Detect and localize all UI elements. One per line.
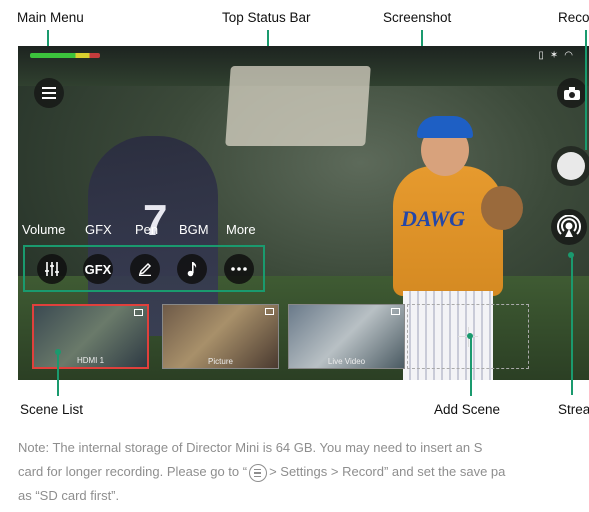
leader-scene-list (57, 352, 59, 396)
tool-label-bgm: BGM (179, 222, 209, 237)
status-icons: ▯✶◠ (538, 50, 579, 61)
record-icon (557, 152, 585, 180)
menu-icon (249, 463, 268, 482)
note-line-3: as “SD card first”. (18, 488, 120, 503)
bgm-button[interactable] (177, 254, 207, 284)
note-line-2-start: card for longer recording. Please go to … (18, 464, 248, 479)
more-button[interactable] (224, 254, 254, 284)
stream-button[interactable] (551, 209, 587, 245)
scene-caption: Picture (208, 357, 233, 366)
scene-image-icon (134, 309, 143, 316)
tool-label-pen: Pen (135, 222, 159, 237)
tool-label-gfx: GFX (85, 222, 112, 237)
tool-label-volume: Volume (22, 222, 66, 237)
note-line-2: card for longer recording. Please go to … (18, 460, 589, 484)
more-dots-icon (231, 267, 247, 271)
tool-label-more: More (226, 222, 256, 237)
note-line-2-end: > Settings > Record” and set the save pa (269, 464, 506, 479)
pen-icon (138, 262, 152, 276)
screenshot-button[interactable] (557, 78, 587, 108)
scene-item-hdmi[interactable]: HDMI 1 (32, 304, 149, 369)
main-menu-button[interactable] (34, 78, 64, 108)
brightness-icon: ✶ (549, 50, 565, 61)
leader-dot-stream (568, 252, 574, 258)
callout-screenshot: Screenshot (383, 10, 452, 25)
record-button[interactable] (551, 146, 589, 186)
callout-record: Reco (558, 10, 589, 25)
camera-icon (564, 86, 580, 100)
camera-preview: 7 DAWG ▯✶◠ Volume GFX Pen BGM More GFX H… (18, 46, 589, 380)
leader-dot-add-scene (467, 333, 473, 339)
wifi-icon: ◠ (564, 50, 579, 61)
gfx-button-label: GFX (84, 261, 112, 277)
menu-icon (42, 87, 56, 99)
leader-dot-scene-list (55, 349, 61, 355)
callout-stream: Strea (558, 402, 589, 417)
callout-top-status-bar: Top Status Bar (222, 10, 311, 25)
leader-record (585, 30, 587, 150)
callout-add-scene: Add Scene (434, 402, 501, 417)
note-text: Note: The internal storage of Director M… (18, 436, 589, 508)
pen-button[interactable] (130, 254, 160, 284)
callout-scene-list: Scene List (20, 402, 84, 417)
player-right-jersey: DAWG (401, 206, 465, 231)
scene-image-icon (391, 308, 400, 315)
scene-caption: HDMI 1 (76, 356, 105, 365)
scene-item-picture[interactable]: Picture (162, 304, 279, 369)
toolbox-highlight: GFX (23, 245, 265, 292)
gfx-button[interactable]: GFX (83, 254, 113, 284)
audio-level-meter (30, 53, 100, 58)
background-banner (225, 66, 371, 146)
stream-icon (557, 215, 581, 237)
leader-add-scene (470, 336, 472, 396)
leader-stream (571, 255, 573, 395)
callout-main-menu: Main Menu (17, 10, 84, 25)
note-line-1: Note: The internal storage of Director M… (18, 440, 483, 455)
music-note-icon (187, 261, 197, 276)
player-left-number: 7 (143, 196, 168, 245)
volume-button[interactable] (37, 254, 67, 284)
scene-item-live-video[interactable]: Live Video (288, 304, 405, 369)
scene-image-icon (265, 308, 274, 315)
scene-caption: Live Video (327, 357, 366, 366)
sd-card-icon: ▯ (538, 50, 550, 61)
volume-sliders-icon (45, 262, 59, 276)
